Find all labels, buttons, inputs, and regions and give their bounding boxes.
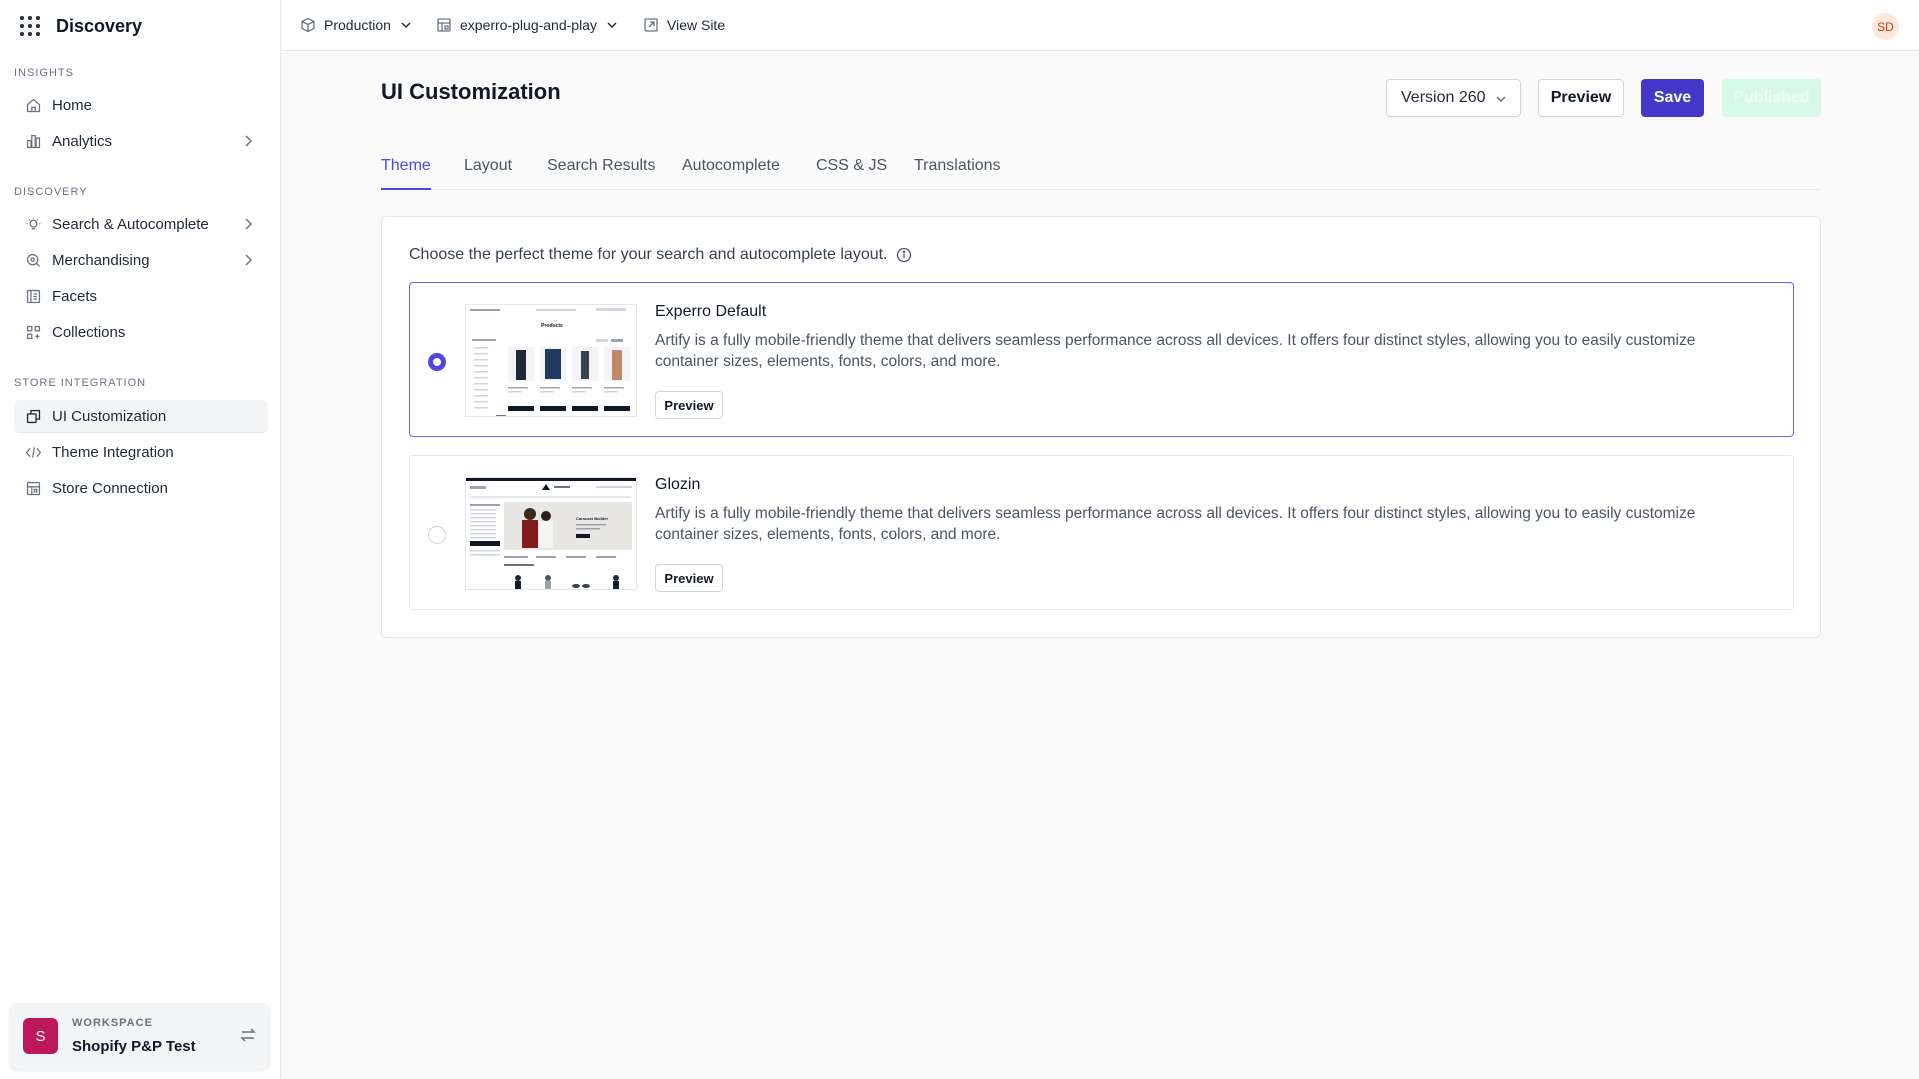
tab-autocomplete[interactable]: Autocomplete	[682, 157, 780, 190]
sidebar-item-label: Home	[52, 97, 93, 114]
section-store-integration: STORE INTEGRATION	[14, 377, 147, 389]
tabs: Theme Layout Search Results Autocomplete…	[381, 155, 1821, 190]
sidebar-item-label: Analytics	[52, 133, 113, 150]
home-icon	[24, 97, 42, 115]
app-name: Discovery	[56, 15, 143, 36]
published-button[interactable]: Published	[1722, 79, 1821, 117]
workspace-label: WORKSPACE	[72, 1017, 153, 1029]
view-site-label: View Site	[667, 17, 726, 33]
theme-thumbnail: Carousel Builder	[465, 477, 637, 590]
store-icon	[24, 480, 42, 498]
sidebar: Discovery INSIGHTS Home Analytics DISCOV…	[0, 0, 281, 1079]
sidebar-item-facets[interactable]: Facets	[14, 280, 268, 313]
workspace-name: Shopify P&P Test	[72, 1038, 196, 1055]
workspace-switcher[interactable]: S WORKSPACE Shopify P&P Test	[9, 1003, 270, 1070]
switch-arrows-icon[interactable]	[238, 1025, 258, 1045]
description-text: Choose the perfect theme for your search…	[409, 246, 888, 263]
theme-preview-button[interactable]: Preview	[655, 564, 723, 592]
save-button[interactable]: Save	[1641, 79, 1704, 117]
tab-theme[interactable]: Theme	[381, 157, 431, 190]
sidebar-item-home[interactable]: Home	[14, 89, 268, 122]
theme-preview-button[interactable]: Preview	[655, 391, 723, 419]
topbar: Production experro-plug-and-play View Si…	[282, 0, 1919, 51]
chevron-right-icon	[245, 135, 253, 147]
external-link-icon	[644, 18, 658, 32]
tab-layout[interactable]: Layout	[464, 157, 512, 190]
tab-css-js[interactable]: CSS & JS	[816, 157, 887, 190]
workspace-avatar: S	[23, 1018, 58, 1054]
chevron-right-icon	[245, 254, 253, 266]
site-icon	[437, 18, 451, 32]
sidebar-item-ui-customization[interactable]: UI Customization	[14, 400, 268, 433]
theme-description: Artify is a fully mobile-friendly theme …	[655, 332, 1696, 370]
copy-icon	[24, 408, 42, 426]
environment-label: Production	[324, 17, 391, 33]
chevron-down-icon	[607, 22, 617, 29]
theme-panel: Choose the perfect theme for your search…	[381, 216, 1821, 638]
version-label: Version 260	[1401, 89, 1486, 106]
sidebar-item-search-autocomplete[interactable]: Search & Autocomplete	[14, 208, 268, 241]
sidebar-item-label: Merchandising	[52, 252, 150, 269]
theme-radio-selected[interactable]	[428, 353, 446, 371]
list-icon	[24, 288, 42, 306]
theme-name: Glozin	[655, 476, 701, 493]
chevron-right-icon	[245, 218, 253, 230]
sidebar-item-label: Facets	[52, 288, 98, 305]
code-icon	[24, 444, 42, 462]
theme-name: Experro Default	[655, 303, 767, 320]
site-label: experro-plug-and-play	[460, 17, 597, 33]
sidebar-item-label: UI Customization	[52, 408, 167, 425]
grid-icon	[24, 324, 42, 342]
sidebar-item-label: Collections	[52, 324, 126, 341]
magnify-icon	[24, 252, 42, 270]
theme-description: Artify is a fully mobile-friendly theme …	[655, 505, 1696, 543]
app-launcher-icon[interactable]	[20, 16, 40, 36]
sidebar-item-collections[interactable]: Collections	[14, 316, 268, 349]
view-site-link[interactable]: View Site	[643, 15, 725, 35]
info-icon[interactable]	[896, 247, 912, 263]
lightbulb-icon	[24, 216, 42, 234]
panel-description: Choose the perfect theme for your search…	[409, 246, 912, 264]
sidebar-item-label: Theme Integration	[52, 444, 174, 461]
brand: Discovery	[20, 12, 142, 40]
environment-selector[interactable]: Production	[300, 15, 413, 35]
version-select[interactable]: Version 260	[1386, 79, 1521, 117]
site-selector[interactable]: experro-plug-and-play	[436, 15, 619, 35]
section-discovery: DISCOVERY	[14, 186, 88, 198]
sidebar-item-analytics[interactable]: Analytics	[14, 125, 268, 158]
tab-search-results[interactable]: Search Results	[547, 157, 656, 190]
chevron-down-icon	[1496, 96, 1506, 103]
preview-button[interactable]: Preview	[1538, 79, 1624, 117]
theme-radio[interactable]	[428, 526, 446, 544]
sidebar-item-label: Store Connection	[52, 480, 168, 497]
cube-icon	[301, 17, 315, 33]
sidebar-item-label: Search & Autocomplete	[52, 216, 209, 233]
sidebar-item-store-connection[interactable]: Store Connection	[14, 472, 268, 505]
tab-translations[interactable]: Translations	[914, 157, 1001, 190]
bar-chart-icon	[24, 133, 42, 151]
thumb-heading: Carousel Builder	[576, 516, 608, 521]
page-title: UI Customization	[381, 79, 561, 104]
chevron-down-icon	[401, 22, 411, 29]
thumb-heading: Products	[541, 323, 563, 329]
theme-card-glozin[interactable]: Carousel Builder Glozin Artify is a full…	[409, 455, 1794, 610]
theme-card-experro-default[interactable]: Products Experro Default Artify is a ful…	[409, 282, 1794, 437]
section-insights: INSIGHTS	[14, 67, 74, 79]
sidebar-item-theme-integration[interactable]: Theme Integration	[14, 436, 268, 469]
user-avatar[interactable]: SD	[1872, 13, 1899, 40]
sidebar-item-merchandising[interactable]: Merchandising	[14, 244, 268, 277]
theme-thumbnail: Products	[465, 304, 637, 417]
